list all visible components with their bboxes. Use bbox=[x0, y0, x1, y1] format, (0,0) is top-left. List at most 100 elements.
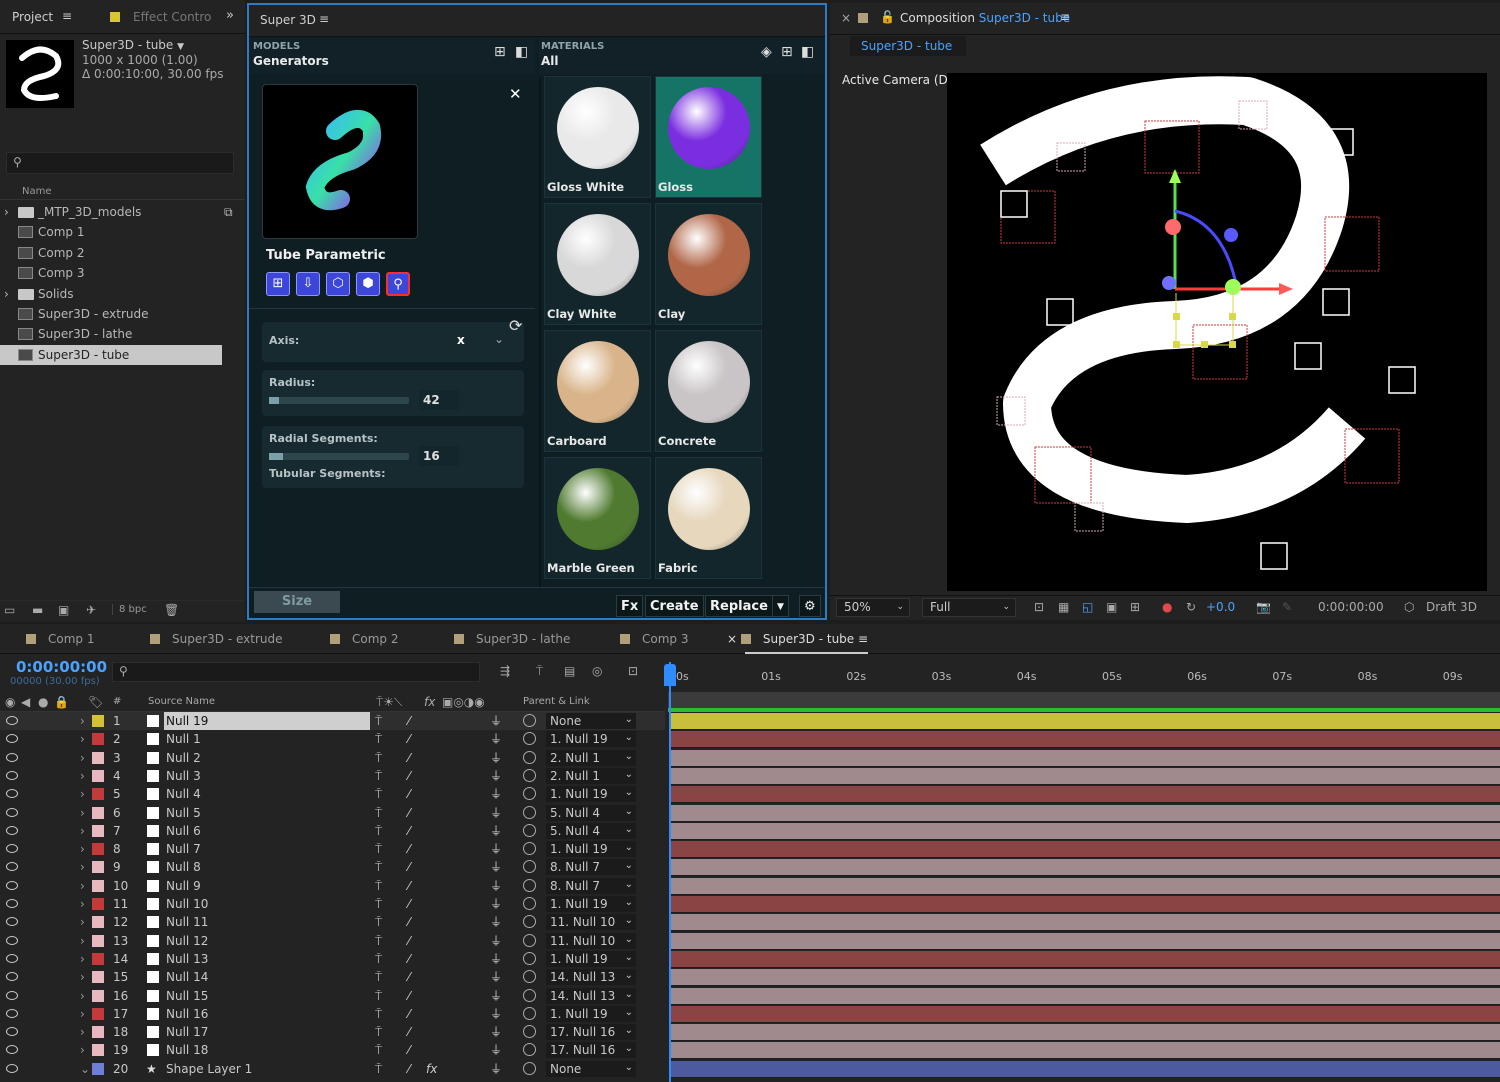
layer-row[interactable]: › 10 Null 9 ⍑ ⁄ ⏚ 8. Null 7 ⌄ bbox=[0, 877, 665, 895]
layer-name[interactable]: Null 6 bbox=[164, 822, 370, 840]
transparency-grid-icon[interactable]: ▦ bbox=[1058, 600, 1069, 614]
models-subcategory[interactable]: Generators bbox=[253, 54, 329, 68]
shy-switch-icon[interactable]: ⍑ bbox=[375, 932, 382, 950]
draft3d-icon[interactable]: ⬡ bbox=[1404, 600, 1414, 614]
size-button[interactable]: Size bbox=[254, 591, 340, 613]
material-card[interactable]: Gloss White bbox=[544, 76, 651, 198]
renderer-label[interactable]: Draft 3D bbox=[1426, 600, 1477, 614]
parent-select[interactable]: 17. Null 16 ⌄ bbox=[546, 1042, 636, 1059]
label-color-swatch[interactable] bbox=[92, 934, 104, 947]
material-card[interactable]: Carboard bbox=[544, 330, 651, 452]
layer-row[interactable]: › 3 Null 2 ⍑ ⁄ ⏚ 2. Null 1 ⌄ bbox=[0, 749, 665, 767]
col-parent-link[interactable]: Parent & Link bbox=[523, 696, 590, 707]
snapshot-icon[interactable]: 📷 bbox=[1256, 600, 1271, 614]
panel-toggle-icon[interactable]: ◧ bbox=[801, 44, 814, 60]
label-color-swatch[interactable] bbox=[92, 751, 104, 764]
project-item[interactable]: › Solids bbox=[0, 284, 245, 304]
parent-pickwhip-icon[interactable] bbox=[523, 1006, 536, 1020]
layer-duration-bar[interactable] bbox=[670, 987, 1500, 1005]
pickwhip-parent-icon[interactable]: ⏚ bbox=[490, 858, 502, 876]
dropdown-icon[interactable]: ▼ bbox=[177, 42, 184, 52]
label-color-swatch[interactable] bbox=[92, 715, 104, 727]
label-color-swatch[interactable] bbox=[92, 1062, 104, 1075]
parent-pickwhip-icon[interactable] bbox=[523, 1043, 536, 1057]
quality-switch-icon[interactable]: ⁄ bbox=[408, 785, 410, 803]
quality-switch-icon[interactable]: ⁄ bbox=[408, 1041, 410, 1059]
twirl-arrow-icon[interactable]: › bbox=[80, 877, 85, 895]
visibility-eye-icon[interactable] bbox=[6, 953, 18, 963]
label-color-swatch[interactable] bbox=[92, 952, 104, 965]
shy-layers-icon[interactable]: ⍑ bbox=[536, 664, 543, 679]
layer-duration-bar[interactable] bbox=[670, 841, 1500, 859]
mask-visibility-icon[interactable]: ◱ bbox=[1082, 600, 1093, 614]
pickwhip-parent-icon[interactable]: ⏚ bbox=[490, 1023, 502, 1041]
layer-duration-bar[interactable] bbox=[670, 713, 1500, 730]
layer-duration-bar[interactable] bbox=[670, 767, 1500, 785]
pickwhip-parent-icon[interactable]: ⏚ bbox=[490, 767, 502, 785]
material-card[interactable]: Fabric bbox=[655, 457, 762, 579]
layers-icon[interactable]: ◈ bbox=[761, 44, 772, 60]
visibility-eye-icon[interactable] bbox=[6, 752, 18, 762]
solo-switch-icon[interactable]: ● bbox=[38, 695, 48, 709]
layer-name[interactable]: Null 7 bbox=[164, 840, 370, 858]
layer-name[interactable]: Null 8 bbox=[164, 858, 370, 876]
parent-select[interactable]: 14. Null 13 ⌄ bbox=[546, 969, 636, 986]
radial-slider[interactable] bbox=[269, 453, 409, 460]
shy-switch-icon[interactable]: ⍑ bbox=[375, 840, 382, 858]
comp-subtab[interactable]: Super3D - tube bbox=[850, 36, 966, 56]
shy-switch-icon[interactable]: ⍑ bbox=[375, 877, 382, 895]
motion-blur-icon[interactable]: ◎ bbox=[592, 664, 602, 678]
twirl-arrow-icon[interactable]: › bbox=[80, 1041, 85, 1059]
layer-name[interactable]: Null 13 bbox=[164, 950, 370, 968]
visibility-eye-icon[interactable] bbox=[6, 862, 18, 872]
pickwhip-parent-icon[interactable]: ⏚ bbox=[490, 712, 502, 730]
quality-switch-icon[interactable]: ⁄ bbox=[408, 987, 410, 1005]
cube-wire-icon[interactable]: ⬢ bbox=[356, 272, 380, 296]
layer-row[interactable]: › 12 Null 11 ⍑ ⁄ ⏚ 11. Null 10 ⌄ bbox=[0, 913, 665, 931]
twirl-arrow-icon[interactable]: › bbox=[80, 767, 85, 785]
pickwhip-parent-icon[interactable]: ⏚ bbox=[490, 987, 502, 1005]
layer-name[interactable]: Null 16 bbox=[164, 1005, 370, 1023]
parent-pickwhip-icon[interactable] bbox=[523, 878, 536, 892]
parent-select[interactable]: 1. Null 19 ⌄ bbox=[546, 731, 636, 748]
new-comp-icon[interactable]: ▣ bbox=[58, 603, 69, 617]
material-card[interactable]: Marble Green bbox=[544, 457, 651, 579]
panel-menu-icon[interactable]: ≡ bbox=[319, 12, 329, 26]
shy-switch-icon[interactable]: ⍑ bbox=[375, 749, 382, 767]
lock-switch-icon[interactable]: 🔒 bbox=[54, 695, 69, 709]
shy-switch-icon[interactable]: ⍑ bbox=[375, 895, 382, 913]
expand-arrow-icon[interactable]: › bbox=[4, 202, 9, 222]
radius-slider[interactable] bbox=[269, 397, 409, 404]
layer-duration-bar[interactable] bbox=[670, 950, 1500, 968]
pickwhip-parent-icon[interactable]: ⏚ bbox=[490, 968, 502, 986]
refresh-icon[interactable]: ⟳ bbox=[509, 316, 522, 335]
quality-switch-icon[interactable]: ⁄ bbox=[408, 712, 410, 730]
close-tab-icon[interactable]: × bbox=[841, 11, 851, 25]
pickwhip-parent-icon[interactable]: ⏚ bbox=[490, 749, 502, 767]
label-color-swatch[interactable] bbox=[92, 806, 104, 819]
guides-icon[interactable]: ⊞ bbox=[1130, 600, 1140, 614]
label-color-swatch[interactable] bbox=[92, 769, 104, 782]
switches-col-icon[interactable]: ▣◎◑◉ bbox=[442, 695, 485, 709]
reset-exposure-icon[interactable]: ↻ bbox=[1186, 600, 1196, 614]
tab-effect-controls[interactable]: Effect Contro bbox=[133, 10, 211, 24]
layer-row[interactable]: › 11 Null 10 ⍑ ⁄ ⏚ 1. Null 19 ⌄ bbox=[0, 895, 665, 913]
quality-switch-icon[interactable]: ⁄ bbox=[408, 932, 410, 950]
shy-switch-icon[interactable]: ⍑ bbox=[375, 1060, 382, 1078]
parent-pickwhip-icon[interactable] bbox=[523, 805, 536, 819]
region-icon[interactable]: ▣ bbox=[1106, 600, 1117, 614]
layer-name[interactable]: Null 18 bbox=[164, 1041, 370, 1059]
layer-duration-bar[interactable] bbox=[670, 932, 1500, 950]
layer-name[interactable]: Null 4 bbox=[164, 785, 370, 803]
label-color-swatch[interactable] bbox=[92, 879, 104, 892]
parent-pickwhip-icon[interactable] bbox=[523, 933, 536, 947]
twirl-arrow-icon[interactable]: › bbox=[80, 822, 85, 840]
cube-icon[interactable]: ⬡ bbox=[326, 272, 350, 296]
parent-pickwhip-icon[interactable] bbox=[523, 915, 536, 929]
project-item[interactable]: Super3D - extrude bbox=[0, 304, 245, 324]
import-icon[interactable]: ⇩ bbox=[296, 272, 320, 296]
label-color-swatch[interactable] bbox=[92, 1026, 104, 1039]
visibility-eye-icon[interactable] bbox=[6, 880, 18, 890]
quality-switch-icon[interactable]: ⁄ bbox=[408, 968, 410, 986]
visibility-eye-icon[interactable] bbox=[6, 899, 18, 908]
